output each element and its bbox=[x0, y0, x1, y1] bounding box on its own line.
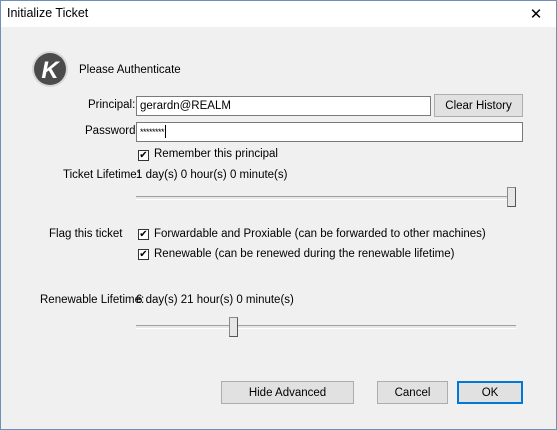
remember-principal-label[interactable]: Remember this principal bbox=[154, 148, 278, 160]
flag-ticket-label: Flag this ticket bbox=[49, 228, 123, 240]
renewable-lifetime-label: Renewable Lifetime: bbox=[40, 294, 145, 306]
ticket-lifetime-label: Ticket Lifetime: bbox=[63, 169, 140, 181]
text-caret bbox=[165, 125, 167, 138]
checkmark-icon: ✔ bbox=[139, 149, 148, 161]
close-icon: ✕ bbox=[529, 6, 543, 23]
checkmark-icon: ✔ bbox=[139, 228, 148, 240]
principal-label: Principal: bbox=[88, 99, 136, 111]
ok-button[interactable]: OK bbox=[457, 381, 523, 404]
renewable-lifetime-slider-track[interactable] bbox=[136, 325, 516, 329]
kerberos-logo-icon: K bbox=[34, 53, 66, 85]
dialog-window: Initialize Ticket ✕ K Please Authenticat… bbox=[0, 0, 557, 430]
forwardable-checkbox[interactable]: ✔ bbox=[138, 229, 149, 240]
cancel-button[interactable]: Cancel bbox=[377, 381, 448, 404]
password-label: Password: bbox=[85, 125, 139, 137]
renewable-lifetime-value: 6 day(s) 21 hour(s) 0 minute(s) bbox=[136, 294, 294, 306]
renewable-checkbox[interactable]: ✔ bbox=[138, 249, 149, 260]
password-input[interactable]: ******** bbox=[136, 122, 523, 142]
renewable-lifetime-slider-thumb[interactable] bbox=[229, 317, 238, 337]
forwardable-label[interactable]: Forwardable and Proxiable (can be forwar… bbox=[154, 228, 486, 240]
principal-input[interactable]: gerardn@REALM bbox=[136, 96, 431, 116]
ticket-lifetime-slider-track[interactable] bbox=[136, 196, 516, 200]
hide-advanced-button[interactable]: Hide Advanced bbox=[221, 381, 354, 404]
kerberos-logo-glyph: K bbox=[41, 57, 60, 84]
ticket-lifetime-value: 1 day(s) 0 hour(s) 0 minute(s) bbox=[136, 169, 288, 181]
checkmark-icon: ✔ bbox=[139, 248, 148, 260]
ticket-lifetime-slider-thumb[interactable] bbox=[507, 187, 516, 207]
authenticate-prompt: Please Authenticate bbox=[79, 64, 181, 76]
renewable-label[interactable]: Renewable (can be renewed during the ren… bbox=[154, 248, 454, 260]
clear-history-button[interactable]: Clear History bbox=[434, 94, 523, 117]
password-mask: ******** bbox=[140, 127, 165, 137]
close-button[interactable]: ✕ bbox=[516, 1, 556, 27]
logo-letter: K bbox=[41, 57, 60, 84]
window-title: Initialize Ticket bbox=[7, 6, 89, 20]
title-bar[interactable]: Initialize Ticket ✕ bbox=[1, 1, 556, 27]
dialog-body: K Please Authenticate Principal: gerardn… bbox=[1, 27, 556, 429]
remember-principal-checkbox[interactable]: ✔ bbox=[138, 150, 149, 161]
